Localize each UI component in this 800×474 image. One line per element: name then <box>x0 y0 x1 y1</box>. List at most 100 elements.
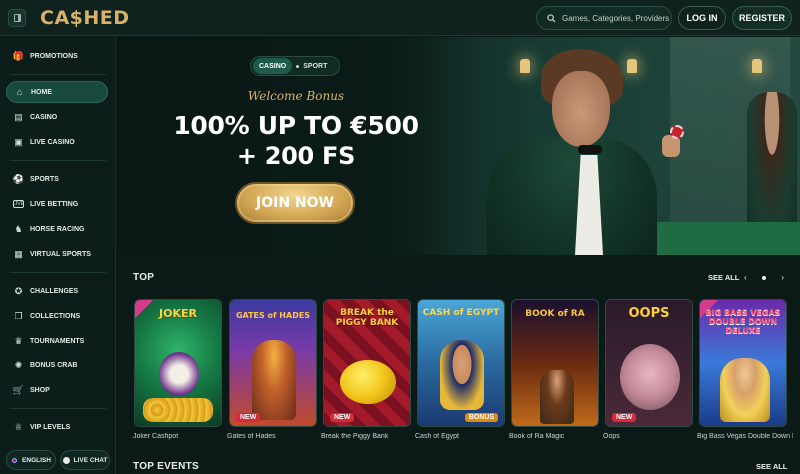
sidebar-item-label: SHOP <box>30 386 50 394</box>
sidebar-item-label: SPORTS <box>30 175 59 183</box>
panel-icon <box>13 14 21 22</box>
game-name[interactable]: Break the Piggy Bank <box>321 433 413 440</box>
new-badge: NEW <box>236 413 261 422</box>
sidebar-item-label: CASINO <box>30 113 58 121</box>
game-name[interactable]: Big Bass Vegas Double Down Deluxe <box>697 433 793 440</box>
wall-lamp <box>627 59 637 73</box>
sidebar-divider <box>10 272 106 273</box>
game-card[interactable]: OOPS NEW <box>605 299 693 427</box>
game-name[interactable]: Cash of Egypt <box>415 433 507 440</box>
casino-sport-toggle[interactable]: CASINO SPORT <box>250 56 340 76</box>
game-name[interactable]: Book of Ra Magic <box>509 433 601 440</box>
sidebar-item-label: PROMOTIONS <box>30 52 78 60</box>
game-art-title: BOOK of RA <box>525 309 585 319</box>
piggy-bank <box>340 360 396 404</box>
new-badge: NEW <box>612 413 637 422</box>
cart-icon: 🛒 <box>12 384 25 395</box>
collections-icon: ❐ <box>14 310 23 321</box>
top-header: CA$HED Games, Categories, Providers LOG … <box>0 0 800 36</box>
sidebar-item-challenges[interactable]: ✪ CHALLENGES <box>6 280 108 302</box>
game-art-title: OOPS <box>628 306 670 321</box>
tab-sport[interactable]: SPORT <box>303 63 327 70</box>
game-card[interactable]: BREAK the PIGGY BANK NEW <box>323 299 411 427</box>
sidebar-item-live-betting[interactable]: LIVE LIVE BETTING <box>6 193 108 215</box>
game-art-title: GATES of HADES <box>235 311 311 320</box>
game-card[interactable]: BOOK of RA <box>511 299 599 427</box>
game-art-title: CASH of EGYPT <box>422 308 500 318</box>
explorer-figure <box>540 370 574 424</box>
login-button[interactable]: LOG IN <box>678 6 726 30</box>
casino-chip <box>670 125 684 139</box>
game-name[interactable]: Joker Cashpot <box>133 433 225 440</box>
sidebar-item-virtual-sports[interactable]: ▦ VIRTUAL SPORTS <box>6 243 108 265</box>
bow-tie <box>578 145 602 154</box>
live-casino-icon: ▣ <box>14 136 23 147</box>
sidebar-item-label: TOURNAMENTS <box>30 337 85 345</box>
sidebar-item-promotions[interactable]: 🎁 PROMOTIONS <box>6 45 108 67</box>
cards-icon: ▤ <box>14 111 23 122</box>
sidebar-item-horse-racing[interactable]: ♞ HORSE RACING <box>6 218 108 240</box>
wall-lamp <box>752 59 762 73</box>
virtual-sports-icon: ▦ <box>14 248 23 259</box>
rat-character <box>620 344 680 410</box>
carousel-dot <box>762 275 766 280</box>
register-button[interactable]: REGISTER <box>732 6 792 30</box>
hades-figure <box>252 340 296 420</box>
joker-emblem <box>159 352 199 396</box>
sidebar-item-vip-levels[interactable]: ♕ VIP LEVELS <box>6 416 108 438</box>
language-label: ENGLISH <box>22 456 51 464</box>
sidebar-item-label: HOME <box>31 88 52 96</box>
gold-coins <box>143 398 213 422</box>
sidebar-item-label: HORSE RACING <box>30 225 85 233</box>
sidebar-item-label: LIVE CASINO <box>30 138 75 146</box>
crown-icon: ♕ <box>14 421 23 432</box>
medal-icon: ✪ <box>14 285 23 296</box>
see-all-events-link[interactable]: SEE ALL <box>756 462 787 471</box>
chevron-right-icon[interactable]: › <box>781 273 784 282</box>
sidebar-item-label: CHALLENGES <box>30 287 79 295</box>
sidebar-toggle-button[interactable] <box>8 9 26 27</box>
tab-casino[interactable]: CASINO <box>253 58 293 74</box>
crab-icon: ✺ <box>14 359 23 370</box>
bonus-badge: BONUS <box>464 413 498 422</box>
sidebar-item-tournaments[interactable]: ♛ TOURNAMENTS <box>6 330 108 352</box>
sidebar-item-live-casino[interactable]: ▣ LIVE CASINO <box>6 131 108 153</box>
sidebar-item-sports[interactable]: ⚽ SPORTS <box>6 168 108 190</box>
logo[interactable]: CA$HED <box>40 7 130 29</box>
sidebar-item-shop[interactable]: 🛒 SHOP <box>6 379 108 401</box>
section-title-top: TOP <box>133 272 155 283</box>
sidebar-item-label: COLLECTIONS <box>30 312 81 320</box>
search-icon <box>547 13 556 23</box>
soccer-ball-icon: ⚽ <box>12 173 25 184</box>
chat-icon <box>62 456 70 464</box>
sidebar-item-bonus-crab[interactable]: ✺ BONUS CRAB <box>6 354 108 376</box>
search-placeholder: Games, Categories, Providers <box>562 13 670 23</box>
see-all-link[interactable]: SEE ALL <box>708 273 739 282</box>
tab-separator <box>296 64 300 68</box>
search-input[interactable]: Games, Categories, Providers <box>536 6 672 30</box>
sidebar-divider <box>10 74 106 75</box>
man-figure <box>487 137 657 255</box>
game-name[interactable]: Gates of Hades <box>227 433 319 440</box>
game-name[interactable]: Oops <box>603 433 695 440</box>
sidebar-divider <box>10 160 106 161</box>
language-selector[interactable]: ENGLISH <box>6 450 56 470</box>
sidebar-item-collections[interactable]: ❐ COLLECTIONS <box>6 305 108 327</box>
game-card[interactable]: GATES of HADES NEW <box>229 299 317 427</box>
sidebar-item-home[interactable]: ⌂ HOME <box>6 81 108 103</box>
bonus-subheadline: + 200 FS <box>236 142 356 170</box>
chevron-left-icon[interactable]: ‹ <box>744 273 747 282</box>
fisherman-figure <box>720 358 770 422</box>
game-art-title: BREAK the PIGGY BANK <box>335 308 399 328</box>
sidebar-item-label: VIP LEVELS <box>30 423 71 431</box>
game-card[interactable]: BIG BASS VEGAS DOUBLE DOWN DELUXE <box>699 299 787 427</box>
live-chat-button[interactable]: LIVE CHAT <box>60 450 110 470</box>
game-card[interactable]: CASH of EGYPT BONUS <box>417 299 505 427</box>
welcome-bonus-label: Welcome Bonus <box>247 89 345 103</box>
sidebar-item-label: BONUS CRAB <box>30 361 78 369</box>
bonus-headline: 100% UP TO €500 <box>173 111 419 140</box>
game-card[interactable]: JOKER <box>134 299 222 427</box>
sidebar-item-casino[interactable]: ▤ CASINO <box>6 106 108 128</box>
hero-banner: CASINO SPORT Welcome Bonus 100% UP TO €5… <box>117 37 800 255</box>
join-now-button[interactable]: JOIN NOW <box>235 182 355 224</box>
